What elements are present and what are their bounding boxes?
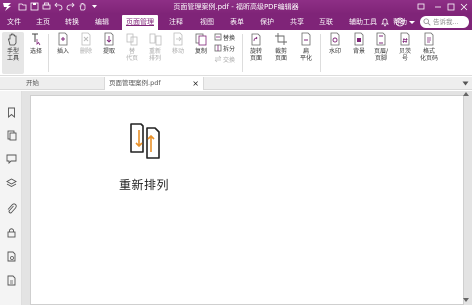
hand-icon [7,33,17,46]
move-page-button[interactable]: 移动 [169,32,187,55]
header-footer-button[interactable]: 页眉/ 页脚 [371,32,391,62]
menu-protect[interactable]: 保护 [257,14,277,30]
rotate-page-button[interactable]: 旋转 页面 [246,32,266,62]
tab-start[interactable]: 开始 [22,77,104,90]
menu-accessibility-tools[interactable]: 辅助工具 [346,14,380,30]
tag-icon[interactable] [6,275,17,286]
account-icon[interactable] [395,17,405,27]
extract-page-icon [104,32,114,46]
replace-icon [214,33,222,41]
page-caption: 重新排列 [119,178,170,192]
menu-connect[interactable]: 互联 [316,14,336,30]
scroll-up-arrow-icon[interactable] [462,91,470,97]
flatten-button[interactable]: 扁 平化 [296,32,316,62]
page-number-format-icon [424,32,434,46]
close-button[interactable] [458,1,470,13]
menu-comment[interactable]: 注释 [166,14,186,30]
tab-list-dropdown-icon[interactable] [462,81,469,86]
bell-icon[interactable] [380,17,390,27]
rotate-page-icon [251,33,261,46]
layers-icon[interactable] [6,178,17,189]
menu-edit[interactable]: 编辑 [92,14,112,30]
menu-convert[interactable]: 转换 [62,14,82,30]
delete-page-icon [81,32,91,46]
security-icon[interactable] [6,227,17,238]
split-button[interactable]: 拆分 [214,44,235,54]
close-tab-icon[interactable]: × [192,77,199,90]
minimize-button[interactable] [432,1,444,13]
toolbar-separator [320,34,321,72]
search-icon [423,18,431,26]
reorder-pages-large-icon [130,123,160,159]
account-dropdown-icon[interactable] [407,17,417,27]
menu-file[interactable]: 文件 [4,14,24,30]
tab-document[interactable]: 页面管理案例.pdf × [104,77,204,90]
crop-page-button[interactable]: 裁剪 页面 [271,32,291,62]
file-info-icon[interactable] [6,251,17,262]
watermark-button[interactable]: 水印 [325,32,345,55]
menu-home[interactable]: 主页 [33,14,53,30]
swap-icon [214,55,222,63]
bates-number-icon [400,32,410,46]
copy-page-button[interactable]: 复制 [192,32,210,55]
insert-page-icon [58,32,68,46]
title-bar: 页面管理案例.pdf - 福昕高级PDF编辑器 [0,0,472,14]
delete-page-button[interactable]: 删除 [77,32,95,55]
document-tab-bar: 开始 页面管理案例.pdf × [0,77,472,90]
extract-page-button[interactable]: 提取 [100,32,118,55]
document-viewport[interactable]: 重新排列 [22,91,472,305]
flatten-icon [301,32,311,46]
window-title: 页面管理案例.pdf - 福昕高级PDF编辑器 [173,3,299,11]
background-icon [354,32,364,46]
format-page-numbers-button[interactable]: 格式 化页码 [418,32,440,62]
toolbar-separator [48,34,49,72]
comment-icon[interactable] [6,153,17,165]
insert-page-button[interactable]: 插入 [54,32,72,55]
bates-number-button[interactable]: 贝茨 号 [395,32,415,62]
scroll-down-arrow-icon[interactable] [462,297,470,303]
copy-page-icon [195,33,207,46]
hand-tool-button[interactable]: 手型 工具 [2,32,24,74]
toolbar-separator [242,34,243,72]
split-icon [214,44,222,52]
reorder-pages-button[interactable]: 重新 排列 [145,32,165,62]
maximize-button[interactable] [445,1,457,13]
menu-page-management[interactable]: 页面管理 [122,15,158,30]
bookmark-icon[interactable] [6,107,17,118]
select-tool-button[interactable]: 选择 [27,32,45,55]
search-input[interactable]: 告诉我... [420,16,469,28]
replace-pages-icon [126,33,138,46]
reorder-pages-icon [149,33,162,46]
swap-button[interactable]: 交换 [214,55,235,65]
crop-icon [275,33,287,45]
menu-share[interactable]: 共享 [287,14,307,30]
watermark-icon [330,32,340,46]
menu-form[interactable]: 表单 [227,14,247,30]
ribbon-toolbar: 手型 工具 选择 插入 删除 提取 替 代页 重新 排列 移动 复制 替换 拆分… [0,30,472,76]
pdf-page[interactable]: 重新排列 [30,95,464,305]
replace-pages-button[interactable]: 替 代页 [123,32,141,62]
move-page-icon [173,32,183,46]
background-button[interactable]: 背景 [349,32,369,55]
restore-ribbon-icon[interactable] [415,1,427,13]
replace-button[interactable]: 替换 [214,33,235,43]
navigation-sidebar [0,91,22,305]
pages-icon[interactable] [6,130,17,141]
header-footer-icon [376,32,386,46]
attachment-icon[interactable] [6,203,17,214]
text-select-icon [32,33,41,46]
menu-bar: 文件 主页 转换 编辑 页面管理 注释 视图 表单 保护 共享 互联 辅助工具 … [0,14,472,30]
menu-view[interactable]: 视图 [197,14,217,30]
search-placeholder: 告诉我... [433,18,459,26]
